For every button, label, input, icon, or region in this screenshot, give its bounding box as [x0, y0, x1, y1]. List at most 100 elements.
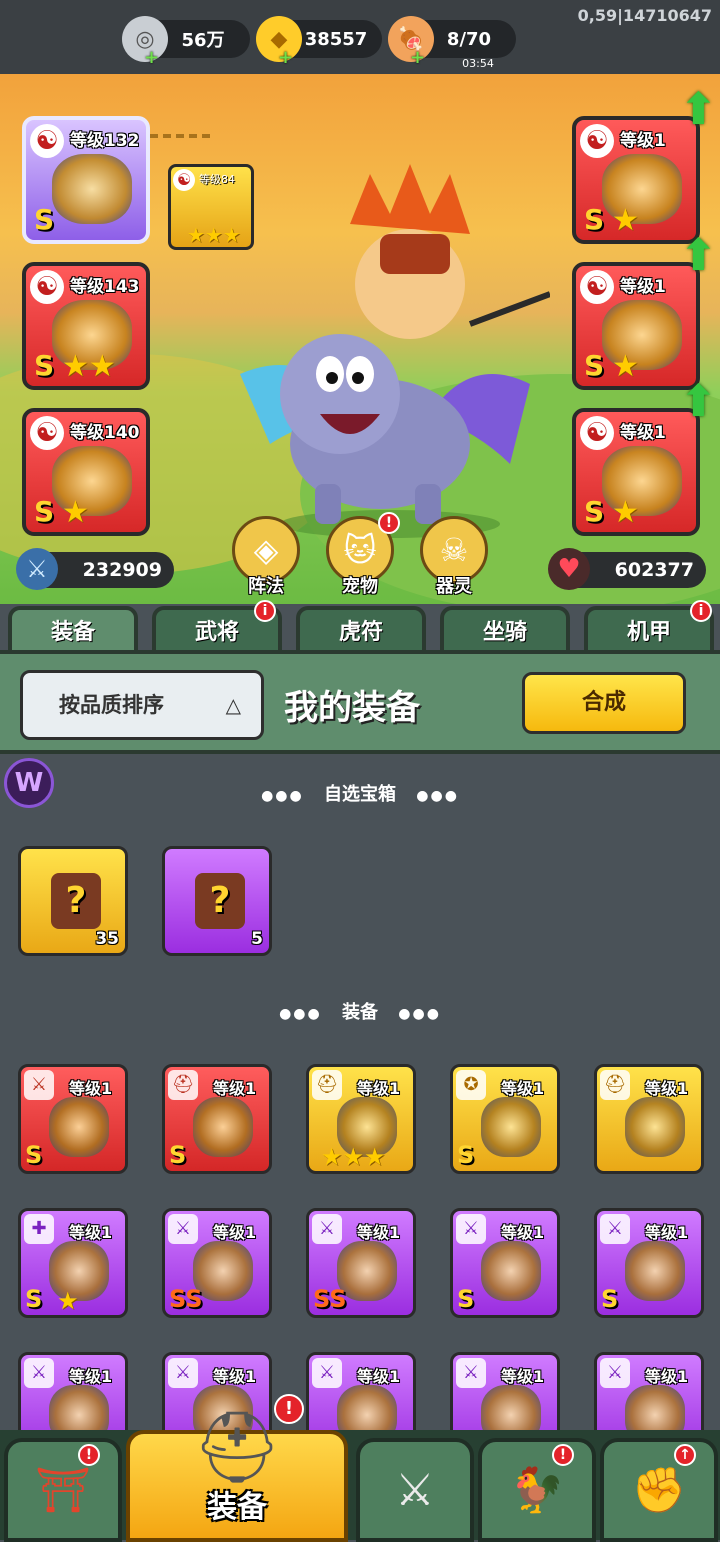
- helmet-icon: ⛑: [312, 1070, 342, 1100]
- chest-item[interactable]: ? 5: [162, 846, 272, 956]
- item-grade: S: [601, 1285, 619, 1313]
- add-stamina-icon[interactable]: +: [410, 47, 425, 68]
- slot-grade: S: [34, 203, 55, 236]
- upgrade-alert-badge: ↑: [674, 1444, 696, 1466]
- medal-icon: ✪: [456, 1070, 486, 1100]
- slot-grade: S: [34, 349, 55, 382]
- slot-stars: ★: [612, 495, 639, 530]
- gold-resource[interactable]: ◆ 38557 +: [256, 16, 382, 68]
- nav-shop[interactable]: ⛩: [4, 1438, 122, 1542]
- slot-grade: S: [584, 349, 605, 382]
- add-gold-icon[interactable]: +: [278, 47, 293, 68]
- sword-icon: ⚔: [16, 548, 58, 590]
- nav-upgrade[interactable]: ✊: [600, 1438, 718, 1542]
- item-grade: S: [25, 1141, 43, 1169]
- nav-equipment-label: 装备: [207, 1490, 267, 1525]
- yin-yang-icon: ☯: [580, 124, 614, 158]
- section-header-equipment: ●●● 装备 ●●●: [0, 998, 720, 1024]
- upgrade-arrow-icon: ⬆: [680, 376, 717, 427]
- slot-stars: ★: [612, 349, 639, 384]
- dots-icon: ●●●: [416, 788, 459, 804]
- equip-slot-boots[interactable]: ☯ 等级1 S ★: [572, 408, 700, 536]
- item-art: [481, 1241, 541, 1301]
- equipment-item[interactable]: ⚔ 等级1 SS: [162, 1208, 272, 1318]
- health-stat: ♥ 602377: [548, 548, 706, 590]
- equipment-item[interactable]: ⛑ 等级1: [594, 1064, 704, 1174]
- slot-level: 等级1: [620, 131, 666, 151]
- section-title: 自选宝箱: [324, 784, 396, 805]
- shop-alert-badge: !: [78, 1444, 100, 1466]
- equipment-item[interactable]: ✚ 等级1 S ★: [18, 1208, 128, 1318]
- health-value: 602377: [614, 559, 694, 581]
- nav-pet[interactable]: 🐓: [478, 1438, 596, 1542]
- equip-slot-armor[interactable]: ☯ 等级1 S ★: [572, 116, 700, 244]
- armor-icon: ✚: [24, 1214, 54, 1244]
- triangle-up-icon: △: [225, 693, 241, 717]
- item-level: 等级1: [501, 1367, 545, 1386]
- item-level: 等级1: [645, 1367, 689, 1386]
- sword-icon: ⚔: [600, 1358, 630, 1388]
- silver-resource[interactable]: ◎ 56万 +: [122, 16, 250, 68]
- sword-icon: ⚔: [24, 1358, 54, 1388]
- equipment-item[interactable]: ✪ 等级1 S: [450, 1064, 560, 1174]
- equipment-item[interactable]: ⛑ 等级1 ★★★: [306, 1064, 416, 1174]
- item-level: 等级1: [501, 1223, 545, 1242]
- generals-alert-badge: i: [254, 600, 276, 622]
- tab-mount[interactable]: 坐骑: [440, 606, 570, 654]
- nav-battle[interactable]: ⚔: [356, 1438, 474, 1542]
- stamina-timer: 03:54: [462, 57, 494, 70]
- equipment-item[interactable]: ⚔ 等级1 S: [18, 1064, 128, 1174]
- sort-by-quality-button[interactable]: 按品质排序 △: [20, 670, 264, 740]
- equip-slot-amulet[interactable]: ☯ 等级143 S ★★: [22, 262, 150, 390]
- attack-value: 232909: [82, 559, 162, 581]
- chest-item[interactable]: ? 35: [18, 846, 128, 956]
- item-art: [625, 1097, 685, 1157]
- helmet-icon: ⛑: [192, 1406, 282, 1488]
- add-silver-icon[interactable]: +: [144, 47, 159, 68]
- sword-icon: ⚔: [312, 1358, 342, 1388]
- spirit-icon: ☠: [439, 531, 469, 569]
- sword-icon: ⚔: [456, 1358, 486, 1388]
- item-grade: SS: [169, 1285, 203, 1313]
- item-level: 等级1: [213, 1223, 257, 1242]
- pet-nav-alert-badge: !: [552, 1444, 574, 1466]
- item-art: [193, 1097, 253, 1157]
- item-grade: S: [457, 1285, 475, 1313]
- stamina-resource[interactable]: 🍖 8/70 + 03:54: [388, 16, 516, 70]
- equipment-item[interactable]: ⚔ 等级1 S: [450, 1208, 560, 1318]
- tab-equipment[interactable]: 装备: [8, 606, 138, 654]
- server-info: 0,59|14710647: [577, 6, 712, 25]
- formation-label: 阵法: [248, 576, 284, 597]
- slot-level: 等级143: [70, 277, 140, 297]
- item-level: 等级1: [213, 1367, 257, 1386]
- section-title: 装备: [342, 1002, 378, 1023]
- sword-icon: ⚔: [456, 1214, 486, 1244]
- item-stars: ★★★: [321, 1143, 386, 1171]
- item-count: 35: [95, 929, 119, 949]
- equipment-item[interactable]: ⛑ 等级1 S: [162, 1064, 272, 1174]
- item-level: 等级1: [645, 1223, 689, 1242]
- item-level: 等级1: [69, 1223, 113, 1242]
- tab-tiger-seal[interactable]: 虎符: [296, 606, 426, 654]
- hero-character[interactable]: [230, 164, 550, 544]
- shop-gate-icon: ⛩: [35, 1465, 91, 1516]
- nav-equipment[interactable]: ⛑ 装备: [126, 1406, 348, 1542]
- formation-icon: ◈: [253, 531, 279, 569]
- equipment-item[interactable]: ⚔ 等级1 SS: [306, 1208, 416, 1318]
- item-art: [481, 1097, 541, 1157]
- mecha-alert-badge: i: [690, 600, 712, 622]
- synthesize-button[interactable]: 合成: [522, 672, 686, 734]
- equip-slot-belt[interactable]: ☯ 等级1 S ★: [572, 262, 700, 390]
- slot-level: 等级1: [620, 277, 666, 297]
- dots-icon: ●●●: [279, 1006, 322, 1022]
- item-art: [625, 1241, 685, 1301]
- section-header-chests: ●●● 自选宝箱 ●●●: [0, 780, 720, 806]
- equipment-item[interactable]: ⚔ 等级1 S: [594, 1208, 704, 1318]
- yin-yang-icon: ☯: [30, 270, 64, 304]
- equip-slot-helmet[interactable]: ☯ 等级140 S ★: [22, 408, 150, 536]
- sword-icon: ⚔: [312, 1214, 342, 1244]
- equip-slot-weapon[interactable]: ☯ 等级132 S: [22, 116, 150, 244]
- item-level: 等级1: [357, 1079, 401, 1098]
- item-level: 等级1: [357, 1367, 401, 1386]
- heart-icon: ♥: [548, 548, 590, 590]
